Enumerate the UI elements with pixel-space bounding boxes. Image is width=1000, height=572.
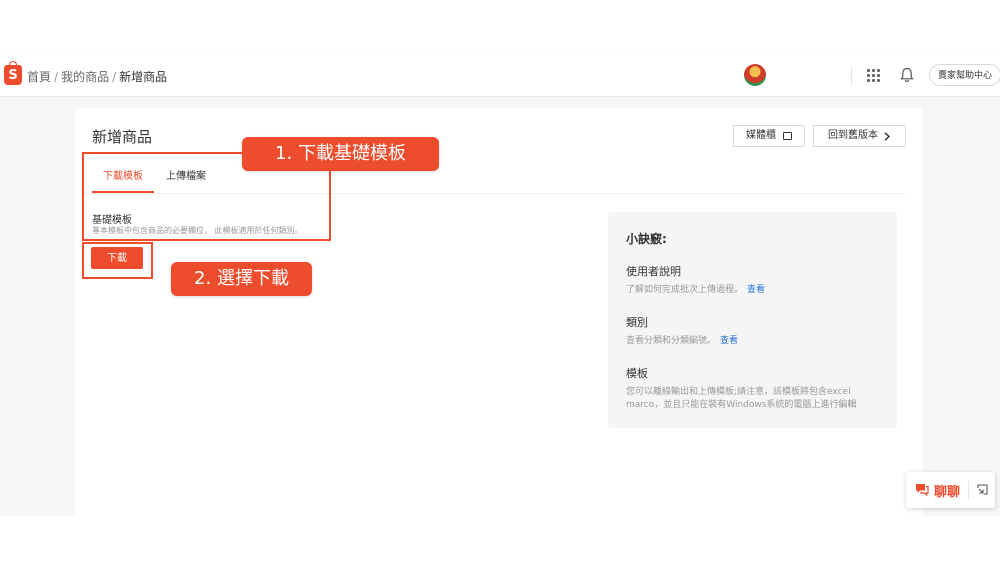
apps-grid-icon[interactable] xyxy=(867,69,880,82)
tip-body-template: 您可以離線輸出和上傳模板;請注意，該模板將包含excel marco，並且只能在… xyxy=(626,387,857,410)
breadcrumb-current: 新增商品 xyxy=(119,70,168,84)
breadcrumb-home[interactable]: 首頁 xyxy=(27,70,51,84)
tip-title-template: 模板 xyxy=(626,367,648,380)
breadcrumb-separator: / xyxy=(112,70,117,84)
image-icon xyxy=(783,132,792,140)
breadcrumb-separator: / xyxy=(54,70,59,84)
back-to-old-version-button[interactable]: 回到舊版本 xyxy=(813,125,906,147)
view-user-guide-link[interactable]: 查看 xyxy=(747,285,765,295)
bell-icon[interactable] xyxy=(900,67,914,83)
top-bar: S 首頁 / 我的商品 / 新增商品 賣家幫助中心 xyxy=(0,56,1000,97)
breadcrumb: 首頁 / 我的商品 / 新增商品 xyxy=(27,68,167,85)
chat-bubble-icon xyxy=(916,484,929,496)
tip-text: 查看分類和分類編號。 xyxy=(626,336,717,346)
tip-title-user-guide: 使用者說明 xyxy=(626,265,681,278)
back-to-old-version-label: 回到舊版本 xyxy=(828,130,878,141)
page-title: 新增商品 xyxy=(92,128,153,146)
tip-text: 了解如何完成批次上傳過程。 xyxy=(626,285,744,295)
view-category-link[interactable]: 查看 xyxy=(720,336,738,346)
chat-widget[interactable]: 聊聊 xyxy=(906,472,995,508)
seller-help-center-button[interactable]: 賣家幫助中心 xyxy=(929,64,1000,86)
chevron-right-icon xyxy=(884,132,891,141)
tip-body-category: 查看分類和分類編號。 查看 xyxy=(626,335,888,348)
callout-step-1: 1. 下載基礎模板 xyxy=(242,137,439,171)
breadcrumb-products[interactable]: 我的商品 xyxy=(61,70,109,84)
header-divider xyxy=(851,66,852,86)
shopee-logo[interactable]: S xyxy=(4,61,22,85)
callout-step-2: 2. 選擇下載 xyxy=(171,262,312,296)
chat-divider xyxy=(968,481,969,499)
highlight-box-download xyxy=(82,242,153,279)
media-library-label: 媒體櫃 xyxy=(746,130,776,141)
chat-label: 聊聊 xyxy=(934,485,961,500)
tip-title-category: 類別 xyxy=(626,316,648,329)
tip-body-user-guide: 了解如何完成批次上傳過程。 查看 xyxy=(626,284,888,297)
tips-heading: 小訣竅: xyxy=(626,232,667,246)
expand-icon[interactable] xyxy=(977,484,988,495)
media-library-button[interactable]: 媒體櫃 xyxy=(733,125,805,147)
avatar[interactable] xyxy=(744,64,766,86)
